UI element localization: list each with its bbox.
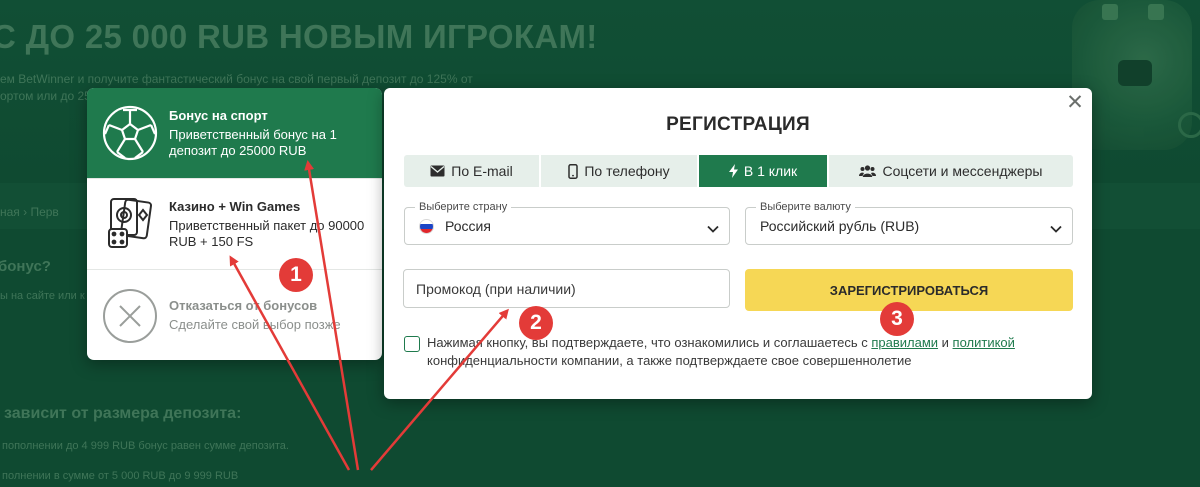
bonus-option-description: Сделайте свой выбор позже bbox=[169, 317, 341, 332]
policy-link[interactable]: политикой bbox=[953, 335, 1015, 350]
consent-text-part: и bbox=[938, 335, 953, 350]
country-select-value: Россия bbox=[445, 218, 491, 234]
bonus-option-title: Казино + Win Games bbox=[169, 198, 301, 214]
consent-text-part: Нажимая кнопку, вы подтверждаете, что оз… bbox=[427, 335, 872, 350]
tab-label: Соцсети и мессенджеры bbox=[882, 163, 1043, 179]
phone-icon bbox=[568, 163, 579, 179]
registration-title: РЕГИСТРАЦИЯ bbox=[666, 114, 810, 135]
consent-checkbox[interactable] bbox=[404, 336, 420, 352]
decline-x-icon bbox=[101, 287, 159, 345]
close-icon[interactable]: ✕ bbox=[1066, 92, 1084, 113]
background-heading: зависит от размера депозита: bbox=[4, 405, 242, 422]
currency-select[interactable]: Выберите валюту Российский рубль (RUB) bbox=[745, 200, 1073, 245]
registration-modal: ✕ РЕГИСТРАЦИЯ По E-mail По телефону В 1 … bbox=[384, 88, 1092, 399]
bonus-option-decline[interactable]: Отказаться от бонусов Сделайте свой выбо… bbox=[87, 270, 382, 360]
tab-phone[interactable]: По телефону bbox=[541, 155, 699, 187]
background-question: бонус? bbox=[0, 258, 51, 275]
chevron-down-icon bbox=[1050, 220, 1062, 238]
background-subtitle: ортом или до 25 bbox=[0, 89, 91, 103]
soccer-ball-icon bbox=[101, 104, 159, 162]
background-subtitle: ем BetWinner и получите фантастический б… bbox=[0, 72, 473, 86]
background-breadcrumb: ная › Перв bbox=[0, 205, 59, 219]
bonus-option-description: Приветственный пакет до 90000 RUB + 150 … bbox=[169, 217, 365, 249]
register-button[interactable]: ЗАРЕГИСТРИРОВАТЬСЯ bbox=[745, 269, 1073, 311]
chevron-down-icon bbox=[707, 220, 719, 238]
background-text: пополнении до 4 999 RUB бонус равен сумм… bbox=[2, 440, 289, 452]
envelope-icon bbox=[430, 165, 445, 177]
tab-email[interactable]: По E-mail bbox=[404, 155, 541, 187]
tab-one-click[interactable]: В 1 клик bbox=[699, 155, 829, 187]
tab-social[interactable]: Соцсети и мессенджеры bbox=[829, 155, 1073, 187]
bonus-option-title: Отказаться от бонусов bbox=[169, 298, 318, 313]
background-title: С ДО 25 000 RUB НОВЫМ ИГРОКАМ! bbox=[0, 18, 598, 55]
bonus-option-sport[interactable]: Бонус на спорт Приветственный бонус на 1… bbox=[87, 88, 382, 179]
lightning-icon bbox=[728, 164, 738, 178]
tab-label: По E-mail bbox=[451, 163, 513, 179]
bonus-selection-panel: Бонус на спорт Приветственный бонус на 1… bbox=[87, 88, 382, 360]
annotation-badge-3: 3 bbox=[880, 302, 914, 336]
annotation-badge-2: 2 bbox=[519, 306, 553, 340]
bonus-option-description: Приветственный бонус на 1 депозит до 250… bbox=[169, 126, 337, 158]
background-text: полнении в сумме от 5 000 RUB до 9 999 R… bbox=[2, 470, 239, 482]
promo-code-input[interactable] bbox=[403, 269, 730, 308]
casino-cards-dice-icon bbox=[101, 195, 159, 253]
consent-text-part: конфиденциальности компании, а также под… bbox=[427, 353, 912, 368]
bonus-option-title: Бонус на спорт bbox=[169, 107, 268, 123]
country-select[interactable]: Выберите страну Россия bbox=[404, 200, 730, 245]
tab-label: В 1 клик bbox=[743, 163, 798, 179]
registration-method-tabs: По E-mail По телефону В 1 клик Соцсети и… bbox=[404, 155, 1073, 187]
currency-select-value: Российский рубль (RUB) bbox=[760, 218, 920, 234]
users-icon bbox=[859, 165, 877, 177]
tab-label: По телефону bbox=[584, 163, 670, 179]
annotation-badge-1: 1 bbox=[279, 258, 313, 292]
rules-link[interactable]: правилами bbox=[871, 335, 938, 350]
consent-text: Нажимая кнопку, вы подтверждаете, что оз… bbox=[427, 334, 1072, 370]
russia-flag-icon bbox=[419, 219, 434, 234]
bonus-option-casino[interactable]: Казино + Win Games Приветственный пакет … bbox=[87, 179, 382, 270]
background-text: ы на сайте или к bbox=[0, 290, 85, 302]
